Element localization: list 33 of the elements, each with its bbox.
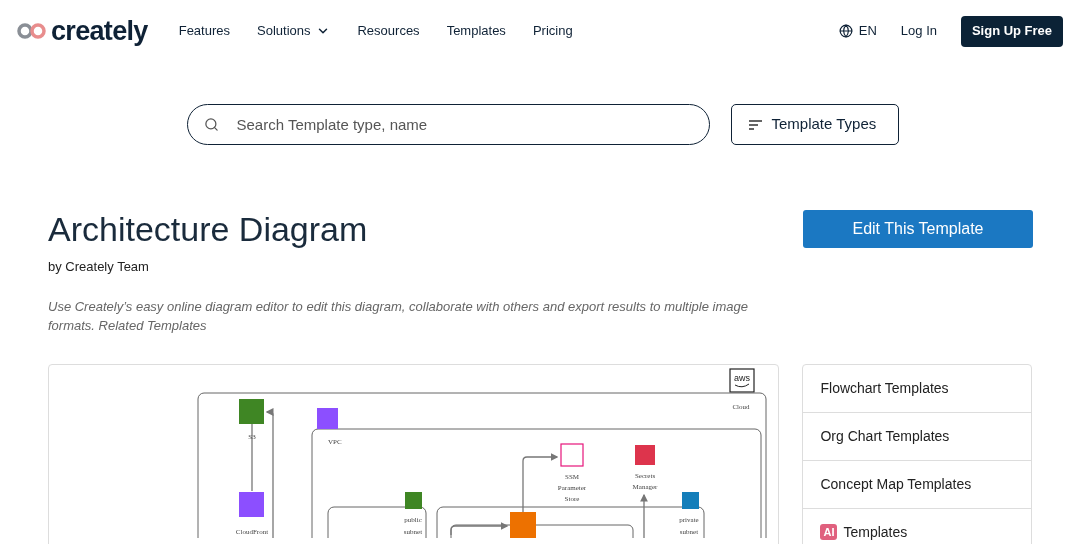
description-text: Use Creately’s easy online diagram editor to edit this diagram, collaborate with others and export results to multiple image formats. Related Templates xyxy=(48,297,749,335)
service-icon xyxy=(510,511,536,538)
login-link[interactable]: Log In xyxy=(900,21,937,41)
language-button[interactable]: EN xyxy=(838,21,877,41)
nav-link[interactable]: Solutions xyxy=(257,21,331,41)
related-template-link[interactable]: Flowchart Templates xyxy=(803,377,966,399)
search-icon xyxy=(203,117,219,132)
arrow xyxy=(640,493,648,538)
template-title: Architecture Diagram xyxy=(48,209,368,249)
aws-logo: aws xyxy=(729,367,755,393)
service-icon xyxy=(635,444,655,465)
arrow xyxy=(450,521,509,536)
arrow xyxy=(522,452,559,513)
ai-badge: AI xyxy=(820,523,838,541)
search-field[interactable]: Search Template type, name xyxy=(186,104,710,145)
filter-icon xyxy=(748,119,762,130)
service-icon xyxy=(239,398,264,424)
nav-link[interactable]: Templates xyxy=(446,21,506,41)
signup-button[interactable]: Sign Up Free xyxy=(961,15,1063,47)
nav-link[interactable]: Features xyxy=(178,21,230,41)
related-template-link[interactable]: AI Templates xyxy=(803,521,925,543)
globe-icon xyxy=(838,24,853,38)
service-icon xyxy=(560,442,584,467)
edit-template-button[interactable]: Edit This Template xyxy=(803,210,1033,248)
author-text: by Creately Team xyxy=(48,258,150,276)
related-template-link[interactable]: Concept Map Templates xyxy=(803,473,989,495)
nav-link[interactable]: Pricing xyxy=(532,21,573,41)
logo-icon xyxy=(17,23,47,39)
nav-link[interactable]: Resources xyxy=(357,21,420,41)
template-types-button[interactable]: Template Types xyxy=(730,104,899,145)
related-template-link[interactable]: Org Chart Templates xyxy=(803,425,967,447)
logo-text[interactable]: creately xyxy=(51,17,148,45)
service-icon xyxy=(239,491,264,517)
